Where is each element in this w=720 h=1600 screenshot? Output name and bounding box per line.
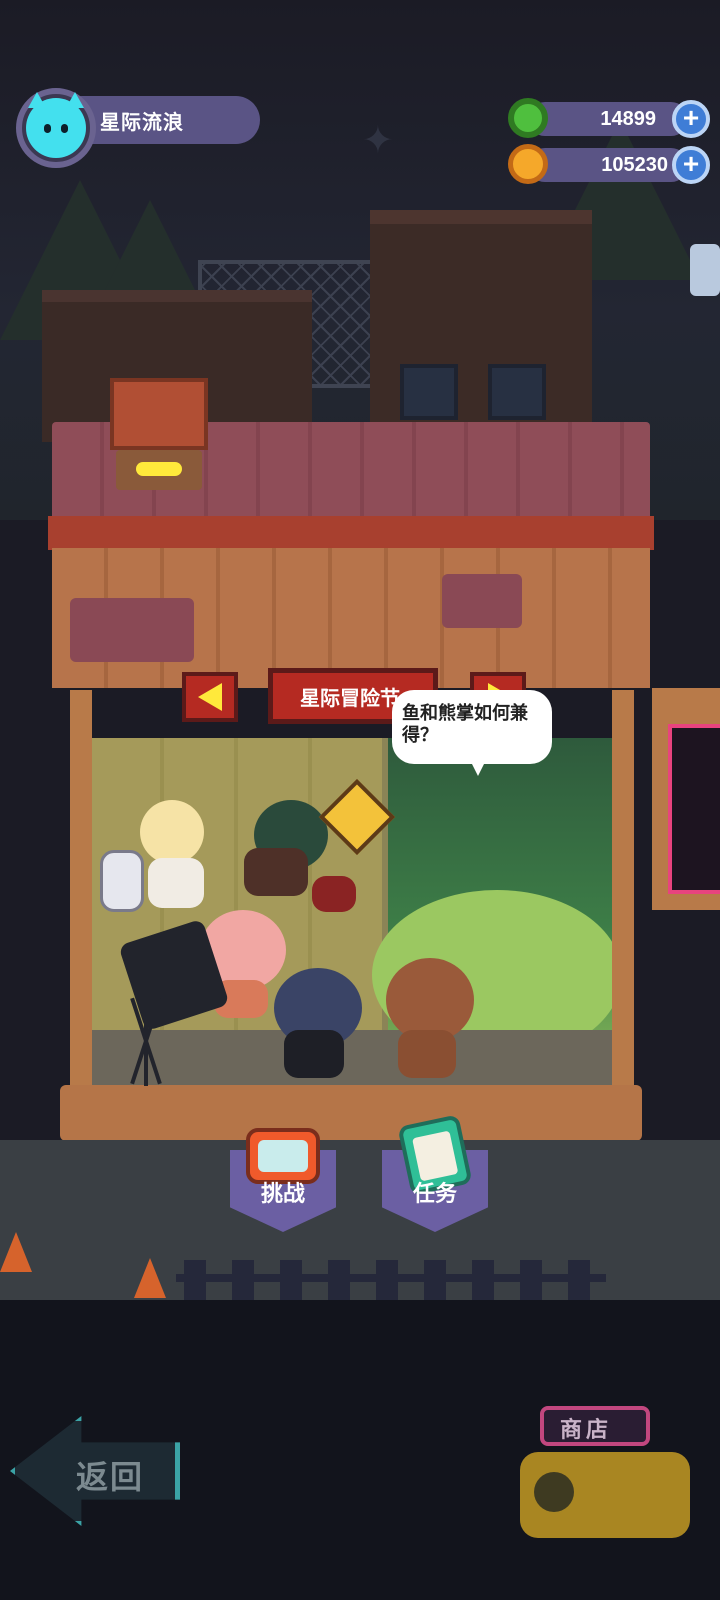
house-window [488,364,546,420]
character-board [244,848,308,896]
suitcase [100,850,144,912]
coins-value: 105230 [601,154,668,176]
tasks-label: 任务 [412,1181,457,1206]
add-gems-button[interactable]: + [672,100,710,138]
right-pillar [612,690,634,1086]
back-label[interactable]: 返回 [76,1452,144,1498]
speech-bubble-tail [470,760,486,776]
gems-value: 14899 [600,108,656,130]
character-body [148,858,204,908]
character-body [284,1030,344,1078]
planet-coin-icon [508,144,548,184]
game-scene: ✦ 星际流浪 14899 + 105230 + 星际冒险节 鱼和熊掌如何兼得？ … [0,0,720,1600]
shop-base [60,1085,642,1141]
cat-eye [61,124,68,133]
traffic-cone-icon [0,1232,32,1272]
interior-floor [90,1030,612,1085]
cat-avatar-icon [26,92,86,158]
star-icon: ✦ [362,120,394,162]
yellow-light [136,462,182,476]
challenge-label: 挑战 [260,1181,305,1206]
background-house-right [370,210,592,434]
cat-ear [28,92,46,108]
shop-machine-eye [534,1472,574,1512]
neon-panel [668,724,720,894]
wall-patch [442,574,522,628]
traffic-cone-icon [134,1258,166,1298]
street-fence [184,1260,604,1300]
challenge-button[interactable]: 挑战 [230,1116,336,1232]
previous-shop-button[interactable] [182,672,238,722]
character-body [398,1030,456,1078]
speech-bubble: 鱼和熊掌如何兼得？ [392,690,552,764]
shop-button[interactable] [520,1452,690,1538]
player-name: 星际流浪 [100,112,184,134]
chimney [110,378,208,450]
add-coins-button[interactable]: + [672,146,710,184]
shop-label[interactable]: 商店 [560,1412,612,1444]
tv-screen [258,1140,308,1172]
speech-text: 鱼和熊掌如何兼得？ [402,703,528,745]
cat-eye [44,124,51,133]
side-drawer-handle[interactable] [690,244,720,296]
shop-name: 星际冒险节 [300,688,400,710]
clipboard-paper [412,1130,459,1182]
cat-ear [66,92,84,108]
arrow-left-icon [198,683,222,711]
house-window [400,364,458,420]
gift-box [312,876,356,912]
left-pillar [70,690,92,1086]
tasks-button[interactable]: 任务 [382,1114,488,1232]
wall-patch [70,598,194,662]
character-blonde[interactable] [140,800,204,864]
neighbor-neon-sign [652,688,720,910]
roof-band [48,516,654,550]
chimney-light [116,450,202,490]
